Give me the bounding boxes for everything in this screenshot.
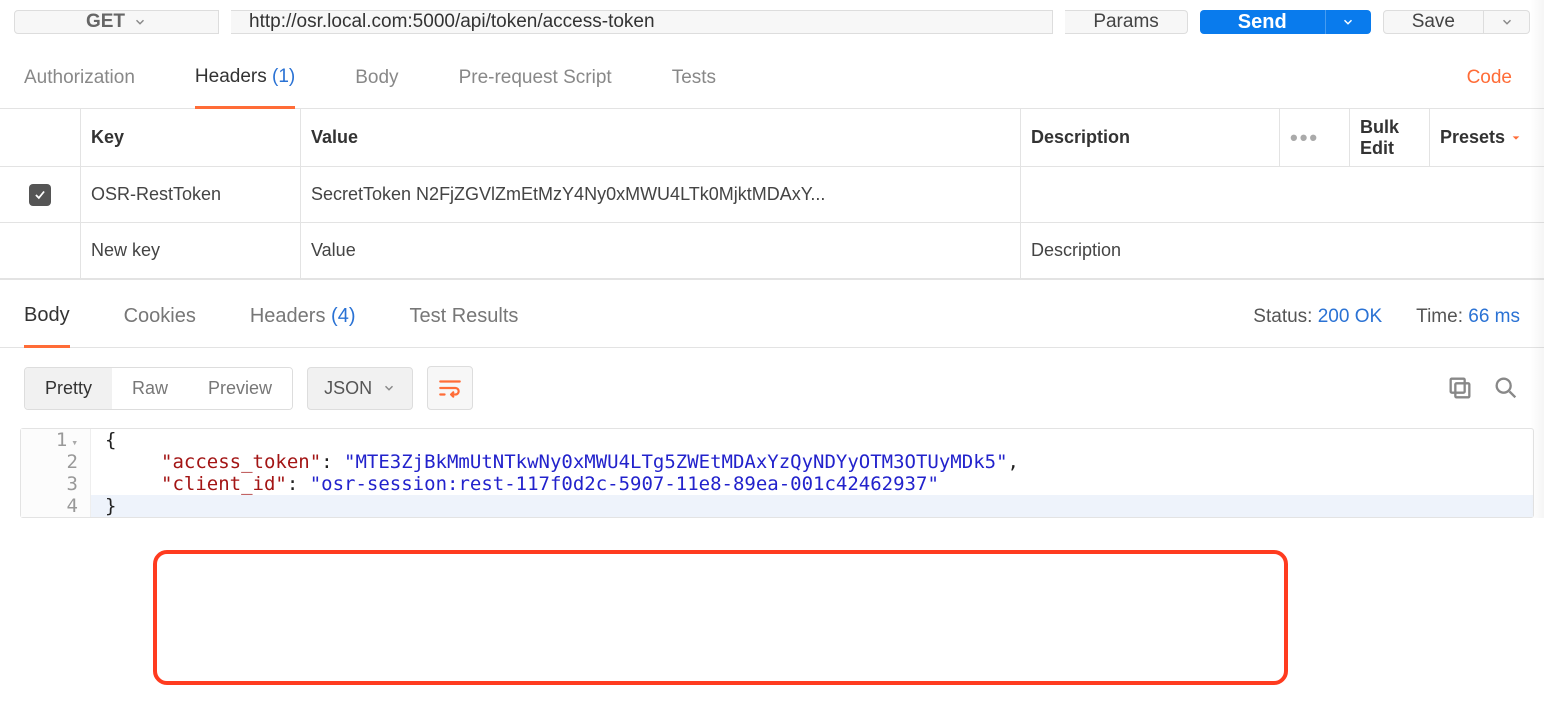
params-button[interactable]: Params xyxy=(1065,10,1187,34)
chevron-down-icon xyxy=(133,15,147,29)
header-desc-cell[interactable] xyxy=(1020,167,1544,222)
send-button[interactable]: Send xyxy=(1200,10,1325,34)
row-enable-toggle[interactable] xyxy=(0,167,80,222)
headers-table: Key Value Description ••• Bulk Edit Pres… xyxy=(0,108,1544,280)
http-method-label: GET xyxy=(86,11,125,33)
view-preview[interactable]: Preview xyxy=(188,368,292,409)
format-select[interactable]: JSON xyxy=(307,367,413,410)
code-link[interactable]: Code xyxy=(1467,67,1520,107)
tab-tests[interactable]: Tests xyxy=(672,67,716,107)
save-dropdown[interactable] xyxy=(1484,10,1530,34)
tab-pre-request-script[interactable]: Pre-request Script xyxy=(459,67,612,107)
tab-authorization[interactable]: Authorization xyxy=(24,67,135,107)
chevron-down-icon xyxy=(1500,15,1514,29)
headers-table-head: Key Value Description ••• Bulk Edit Pres… xyxy=(0,109,1544,167)
caret-down-icon xyxy=(1511,133,1521,143)
http-method-select[interactable]: GET xyxy=(14,10,219,34)
ellipsis-icon: ••• xyxy=(1290,125,1319,151)
header-key-cell[interactable]: OSR-RestToken xyxy=(80,167,300,222)
save-button[interactable]: Save xyxy=(1383,10,1484,34)
new-value-input[interactable]: Value xyxy=(300,223,1020,278)
bulk-edit-link[interactable]: Bulk Edit xyxy=(1349,109,1429,166)
scrollbar-track[interactable] xyxy=(1530,0,1544,518)
more-options[interactable]: ••• xyxy=(1279,109,1349,166)
line-number: 2 xyxy=(21,451,91,473)
new-desc-input[interactable]: Description xyxy=(1020,223,1544,278)
body-toolbar: Pretty Raw Preview JSON xyxy=(0,348,1544,428)
wrap-icon xyxy=(437,375,463,401)
line-number: 3 xyxy=(21,473,91,495)
resp-tab-body[interactable]: Body xyxy=(24,304,70,348)
status-value: 200 OK xyxy=(1318,306,1382,327)
checkbox-checked-icon xyxy=(29,184,51,206)
chevron-down-icon xyxy=(382,381,396,395)
header-value-cell[interactable]: SecretToken N2FjZGVlZmEtMzY4Ny0xMWU4LTk0… xyxy=(300,167,1020,222)
col-value: Value xyxy=(300,109,1020,166)
resp-tab-cookies[interactable]: Cookies xyxy=(124,305,196,346)
search-icon[interactable] xyxy=(1492,374,1520,402)
wrap-lines-button[interactable] xyxy=(427,366,473,410)
tab-headers[interactable]: Headers (1) xyxy=(195,66,295,109)
response-meta: Status: 200 OK Time: 66 ms xyxy=(1253,306,1520,346)
view-mode-group: Pretty Raw Preview xyxy=(24,367,293,410)
annotation-highlight xyxy=(153,550,1288,685)
request-tabs: Authorization Headers (1) Body Pre-reque… xyxy=(0,44,1544,108)
time-value: 66 ms xyxy=(1468,306,1520,327)
line-number: 4 xyxy=(21,495,91,517)
response-body-editor[interactable]: 1 { 2 "access_token": "MTE3ZjBkMmUtNTkwN… xyxy=(20,428,1534,518)
view-pretty[interactable]: Pretty xyxy=(25,368,112,409)
resp-tab-headers[interactable]: Headers (4) xyxy=(250,305,356,346)
table-row-new: New key Value Description xyxy=(0,223,1544,279)
send-dropdown[interactable] xyxy=(1325,10,1371,34)
view-raw[interactable]: Raw xyxy=(112,368,188,409)
request-url-input[interactable]: http://osr.local.com:5000/api/token/acce… xyxy=(231,10,1053,34)
line-number: 1 xyxy=(21,429,91,451)
request-bar: GET http://osr.local.com:5000/api/token/… xyxy=(0,0,1544,44)
copy-icon[interactable] xyxy=(1446,374,1474,402)
tab-body[interactable]: Body xyxy=(355,67,398,107)
table-row: OSR-RestToken SecretToken N2FjZGVlZmEtMz… xyxy=(0,167,1544,223)
request-url-value: http://osr.local.com:5000/api/token/acce… xyxy=(249,11,655,33)
presets-dropdown[interactable]: Presets xyxy=(1429,109,1544,166)
col-key: Key xyxy=(80,109,300,166)
chevron-down-icon xyxy=(1341,15,1355,29)
resp-tab-test-results[interactable]: Test Results xyxy=(409,305,518,346)
response-tabs: Body Cookies Headers (4) Test Results St… xyxy=(0,280,1544,348)
new-key-input[interactable]: New key xyxy=(80,223,300,278)
col-description: Description xyxy=(1020,109,1279,166)
